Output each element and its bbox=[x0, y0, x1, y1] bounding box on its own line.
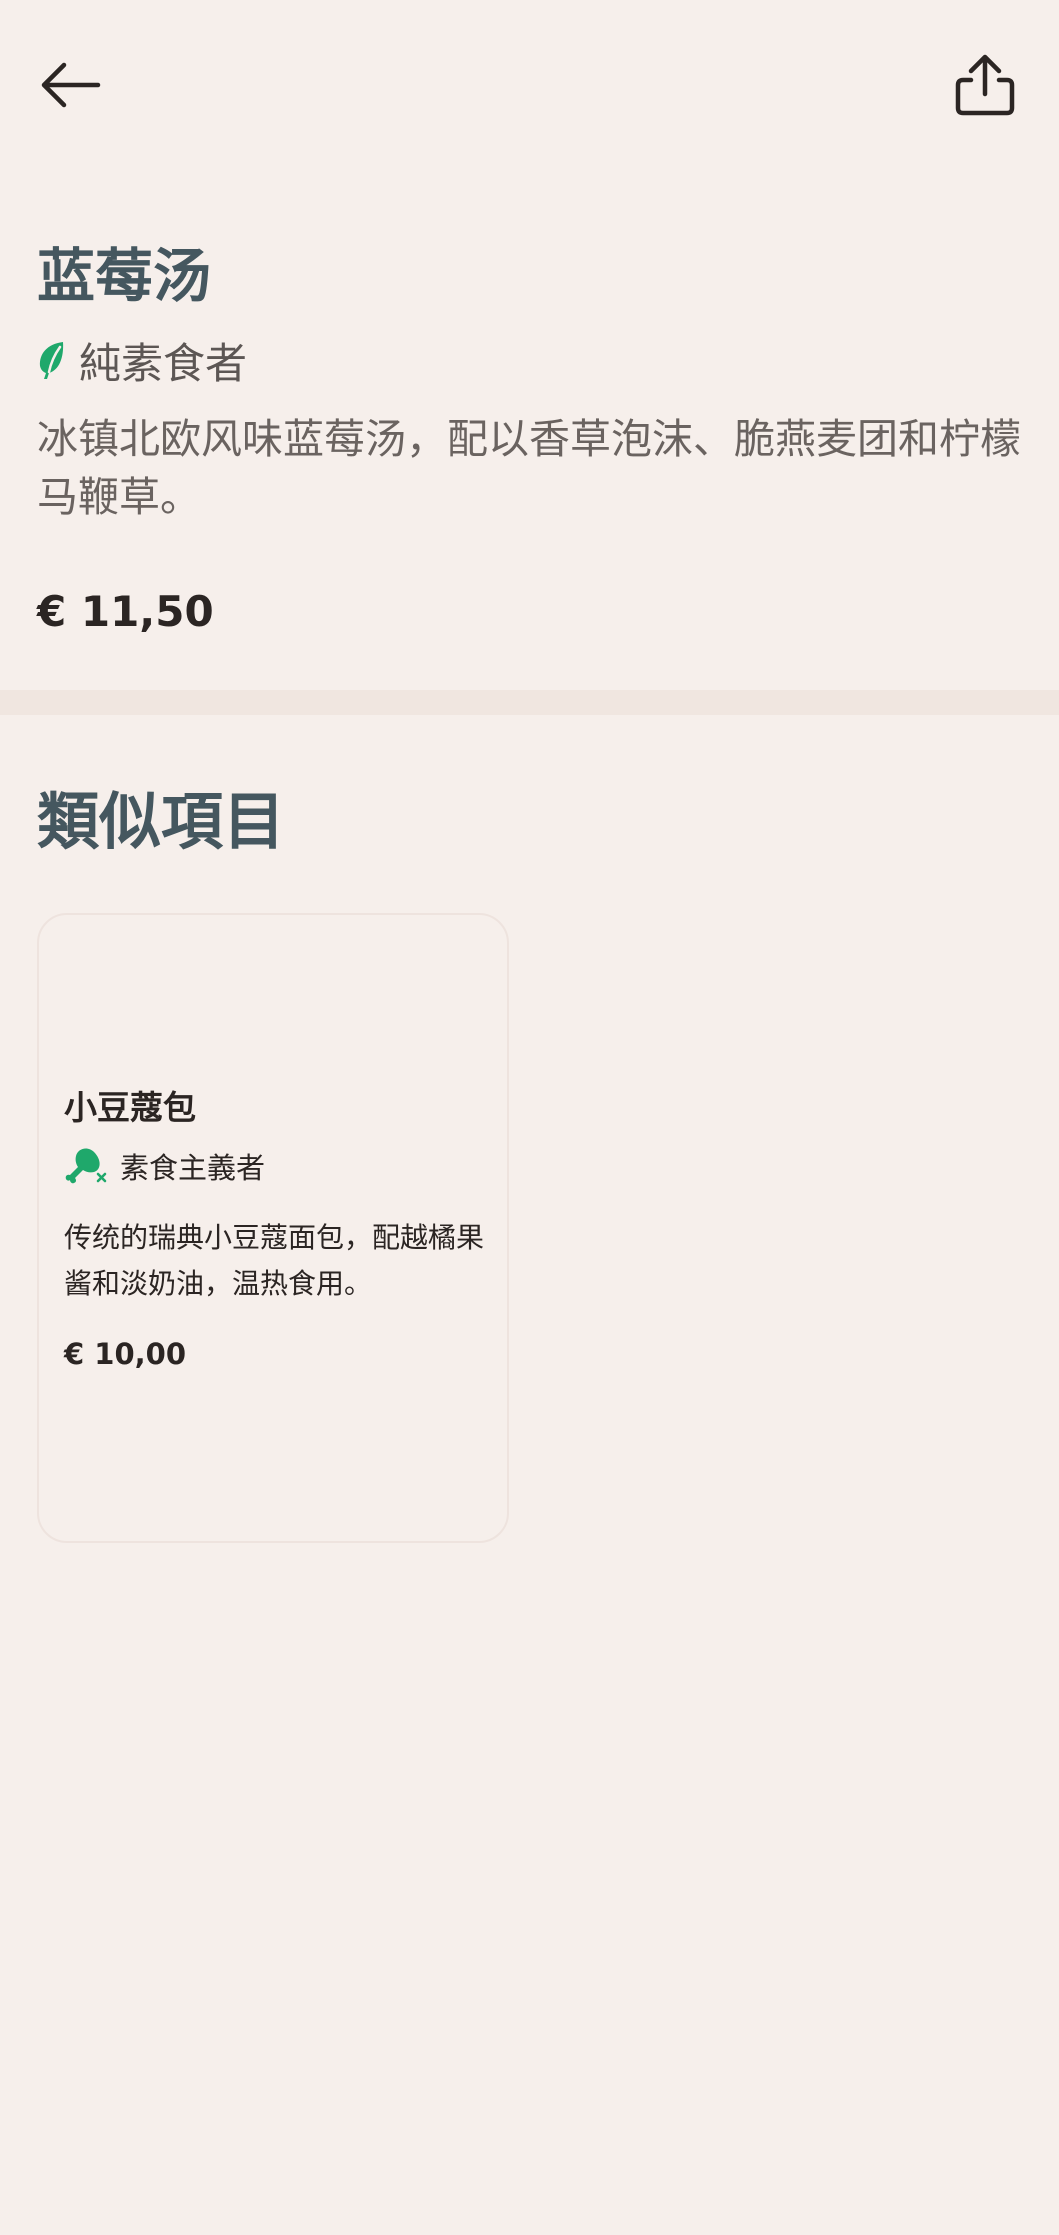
leaf-icon bbox=[37, 340, 65, 380]
back-button[interactable] bbox=[30, 45, 110, 125]
diet-tag: 純素食者 bbox=[37, 330, 247, 390]
similar-items-title: 類似項目 bbox=[37, 785, 286, 858]
no-meat-drumstick-icon bbox=[64, 1146, 108, 1186]
arrow-left-icon bbox=[41, 62, 101, 108]
top-bar bbox=[0, 0, 1059, 170]
similar-item-card[interactable]: 小豆蔻包 素食主義者 传统的瑞典小豆蔻面包，配越橘果酱和淡奶油，温热食用。 € … bbox=[37, 913, 509, 1543]
similar-item-diet-label: 素食主義者 bbox=[120, 1151, 266, 1185]
item-description: 冰镇北欧风味蓝莓汤，配以香草泡沫、脆燕麦团和柠檬马鞭草。 bbox=[37, 415, 1021, 521]
share-icon bbox=[955, 54, 1015, 116]
similar-item-price: € 10,00 bbox=[64, 1337, 187, 1371]
item-title: 蓝莓汤 bbox=[37, 242, 212, 310]
similar-item-diet-tag: 素食主義者 bbox=[64, 1143, 265, 1189]
similar-item-description: 传统的瑞典小豆蔻面包，配越橘果酱和淡奶油，温热食用。 bbox=[64, 1221, 485, 1300]
share-button[interactable] bbox=[940, 45, 1030, 125]
diet-label: 純素食者 bbox=[79, 338, 248, 388]
item-price: € 11,50 bbox=[37, 587, 214, 636]
similar-item-title: 小豆蔻包 bbox=[64, 1088, 196, 1127]
section-divider bbox=[0, 690, 1059, 715]
